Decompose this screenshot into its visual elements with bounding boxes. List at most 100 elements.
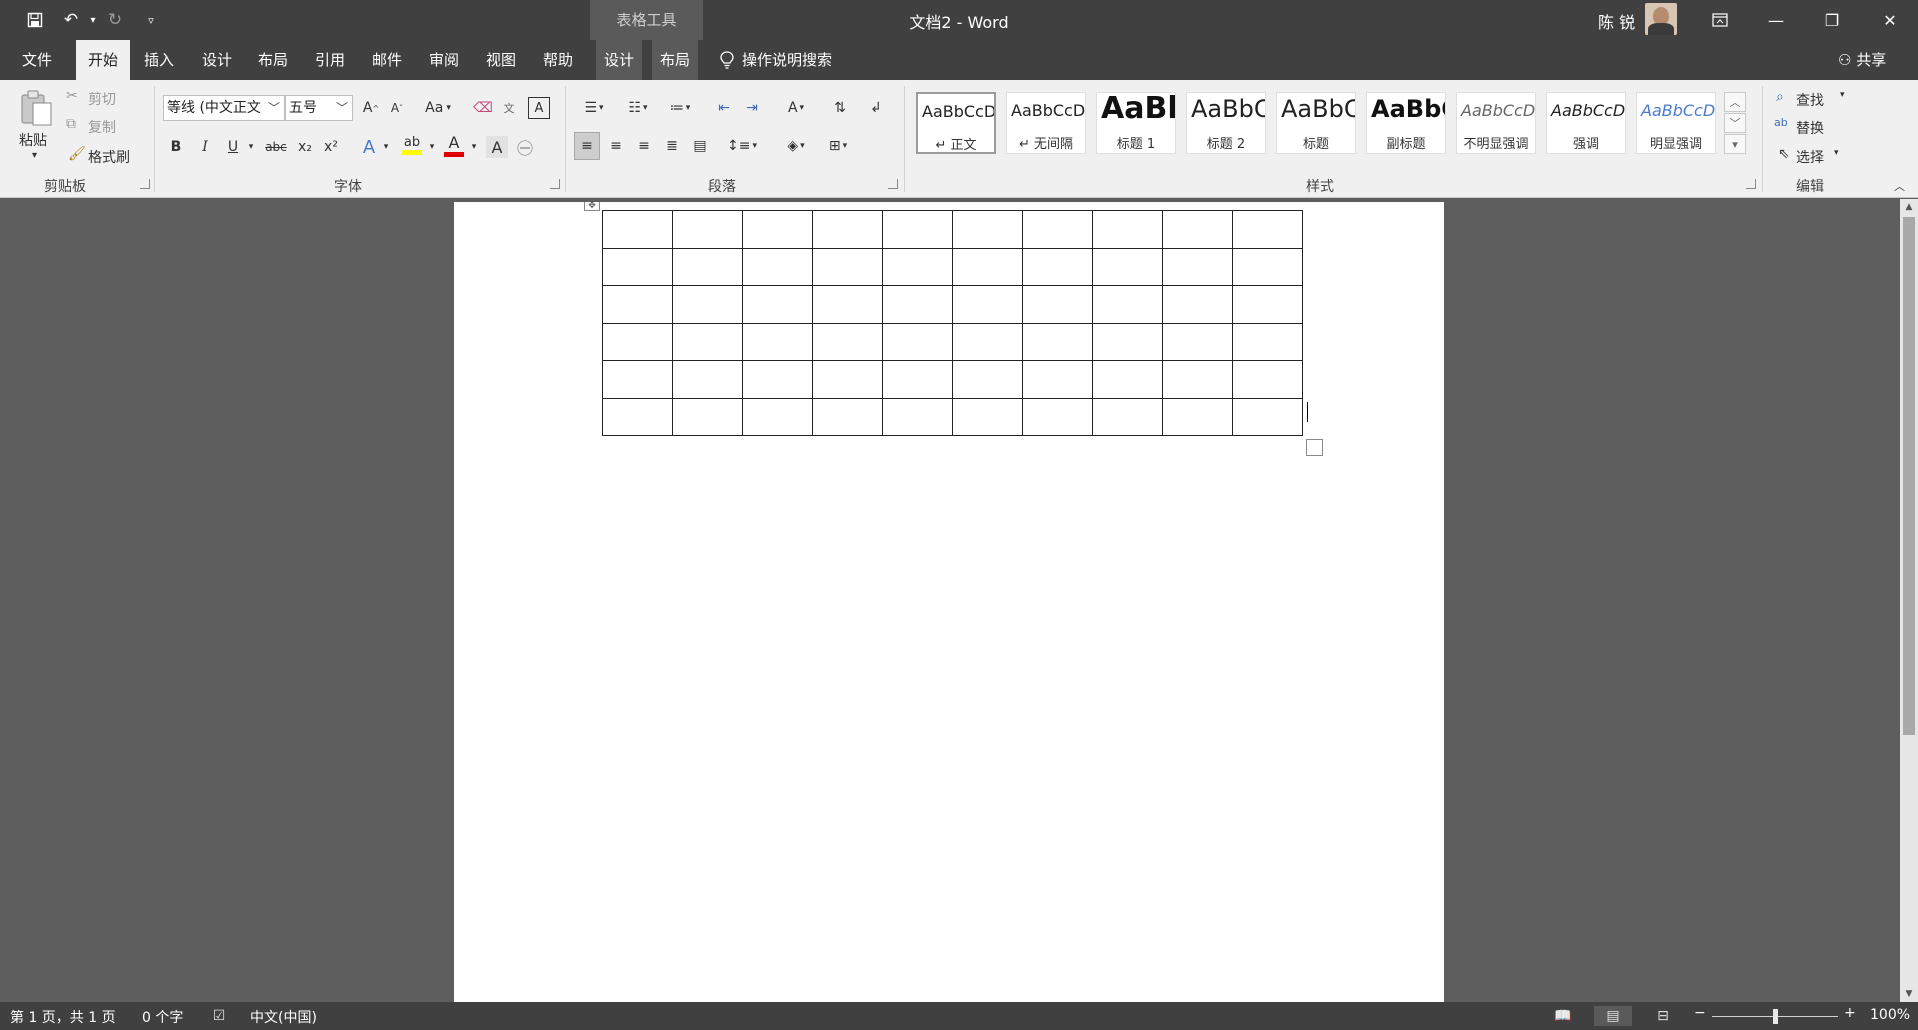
format-painter-button[interactable]: 格式刷 [88, 147, 130, 167]
minimize-icon[interactable]: — [1748, 0, 1804, 40]
change-case-button[interactable]: Aa ▾ [420, 97, 456, 119]
find-button[interactable]: 查找 [1796, 90, 1824, 110]
line-spacing-icon[interactable]: ↕≡ ▾ [724, 135, 760, 157]
select-button[interactable]: 选择 [1796, 147, 1824, 167]
table-cell[interactable] [1162, 360, 1233, 399]
table-cell[interactable] [672, 210, 743, 249]
table-cell[interactable] [882, 247, 953, 286]
style-tile[interactable]: AaBbCcDd ↵ 正文 [916, 92, 996, 154]
show-marks-icon[interactable]: ↲ [864, 97, 888, 119]
numbering-icon[interactable]: ☷ ▾ [620, 97, 656, 119]
document-page[interactable]: ✥ [454, 202, 1444, 1002]
scroll-up-icon[interactable]: ▲ [1900, 199, 1918, 215]
align-right-icon[interactable]: ≡ [632, 135, 656, 157]
table-cell[interactable] [1092, 397, 1163, 436]
grow-font-button[interactable]: A ^ [360, 97, 382, 119]
justify-icon[interactable]: ≣ [660, 135, 684, 157]
align-center-icon[interactable]: ≡ [604, 135, 628, 157]
font-size-combo[interactable]: 五号 ﹀ [285, 95, 353, 121]
style-tile[interactable]: AaBbC 标题 [1276, 92, 1356, 154]
table-cell[interactable] [672, 360, 743, 399]
tab-mailings[interactable]: 邮件 [364, 40, 410, 80]
table-cell[interactable] [882, 360, 953, 399]
table-cell[interactable] [1022, 210, 1093, 249]
collapse-ribbon-icon[interactable]: ︿ [1894, 178, 1905, 194]
table-cell[interactable] [602, 360, 673, 399]
word-count[interactable]: 0 个字 [142, 1007, 183, 1027]
document-table[interactable] [602, 210, 1303, 436]
subscript-button[interactable]: x₂ [294, 136, 316, 158]
proofing-icon[interactable]: ☑ [208, 1006, 230, 1026]
redo-icon[interactable]: ↻ [102, 8, 128, 32]
zoom-in-icon[interactable]: + [1844, 1005, 1856, 1021]
table-cell[interactable] [882, 322, 953, 361]
shading-icon[interactable]: ◈ ▾ [778, 135, 814, 157]
highlight-dropdown-icon[interactable]: ▾ [426, 136, 438, 158]
tab-table-design[interactable]: 设计 [596, 40, 642, 80]
underline-dropdown-icon[interactable]: ▾ [244, 136, 258, 158]
table-cell[interactable] [672, 247, 743, 286]
table-cell[interactable] [882, 210, 953, 249]
gallery-scroll-down-icon[interactable]: ﹀ [1724, 113, 1746, 133]
table-cell[interactable] [672, 322, 743, 361]
read-mode-icon[interactable]: 📖 [1552, 1006, 1574, 1026]
table-cell[interactable] [1092, 285, 1163, 324]
replace-button[interactable]: 替换 [1796, 118, 1824, 138]
table-cell[interactable] [1092, 247, 1163, 286]
font-launcher-icon[interactable] [550, 179, 560, 189]
font-name-combo[interactable]: 等线 (中文正文 ﹀ [163, 95, 285, 121]
style-tile[interactable]: AaBbCcDı 明显强调 [1636, 92, 1716, 154]
font-color-icon[interactable]: A [442, 132, 466, 158]
tab-references[interactable]: 引用 [307, 40, 353, 80]
table-cell[interactable] [812, 322, 883, 361]
close-icon[interactable]: ✕ [1862, 0, 1918, 40]
shrink-font-button[interactable]: Aˇ [386, 97, 408, 119]
table-cell[interactable] [672, 397, 743, 436]
clipboard-launcher-icon[interactable] [140, 179, 150, 189]
sort-icon[interactable]: ⇅ [828, 97, 852, 119]
text-effects-icon[interactable]: A [358, 136, 380, 158]
table-cell[interactable] [742, 210, 813, 249]
tab-file[interactable]: 文件 [12, 40, 62, 80]
table-cell[interactable] [812, 360, 883, 399]
ribbon-display-options-icon[interactable] [1692, 0, 1748, 40]
table-cell[interactable] [812, 247, 883, 286]
style-tile[interactable]: AaBbCcDı 不明显强调 [1456, 92, 1536, 154]
share-button[interactable]: ⚇ 共享 [1838, 40, 1886, 80]
table-cell[interactable] [882, 285, 953, 324]
increase-indent-icon[interactable]: ⇥ [740, 97, 764, 119]
table-cell[interactable] [1162, 247, 1233, 286]
clear-formatting-icon[interactable]: ⌫ [472, 97, 494, 119]
table-cell[interactable] [1162, 322, 1233, 361]
vertical-scrollbar[interactable]: ▲ ▼ [1900, 199, 1918, 1002]
italic-button[interactable]: I [194, 136, 216, 158]
table-cell[interactable] [952, 210, 1023, 249]
enclose-characters-icon[interactable]: ㊀ [514, 136, 536, 158]
bold-button[interactable]: B [165, 136, 187, 158]
tab-layout[interactable]: 布局 [250, 40, 296, 80]
table-cell[interactable] [1022, 247, 1093, 286]
table-cell[interactable] [812, 397, 883, 436]
table-cell[interactable] [602, 397, 673, 436]
table-cell[interactable] [1092, 360, 1163, 399]
language-indicator[interactable]: 中文(中国) [250, 1007, 317, 1027]
highlight-icon[interactable]: ab [400, 132, 424, 158]
tab-design[interactable]: 设计 [194, 40, 240, 80]
align-left-icon[interactable]: ≡ [574, 132, 600, 160]
phonetic-guide-icon[interactable]: 文 [498, 97, 520, 119]
print-layout-icon[interactable]: ▤ [1594, 1006, 1632, 1026]
style-tile[interactable]: AaBbCcDı 强调 [1546, 92, 1626, 154]
font-color-dropdown-icon[interactable]: ▾ [468, 136, 480, 158]
table-cell[interactable] [1232, 247, 1303, 286]
styles-launcher-icon[interactable] [1746, 179, 1756, 189]
table-cell[interactable] [1022, 285, 1093, 324]
style-tile[interactable]: AaBbCcDd ↵ 无间隔 [1006, 92, 1086, 154]
table-move-handle-icon[interactable]: ✥ [584, 202, 600, 211]
scrollbar-thumb[interactable] [1903, 217, 1915, 735]
table-cell[interactable] [602, 210, 673, 249]
tab-home[interactable]: 开始 [76, 40, 130, 80]
table-cell[interactable] [952, 285, 1023, 324]
paste-dropdown-icon[interactable]: ▾ [32, 150, 37, 161]
tell-me-search[interactable]: 操作说明搜索 [720, 40, 832, 80]
paragraph-launcher-icon[interactable] [888, 179, 898, 189]
